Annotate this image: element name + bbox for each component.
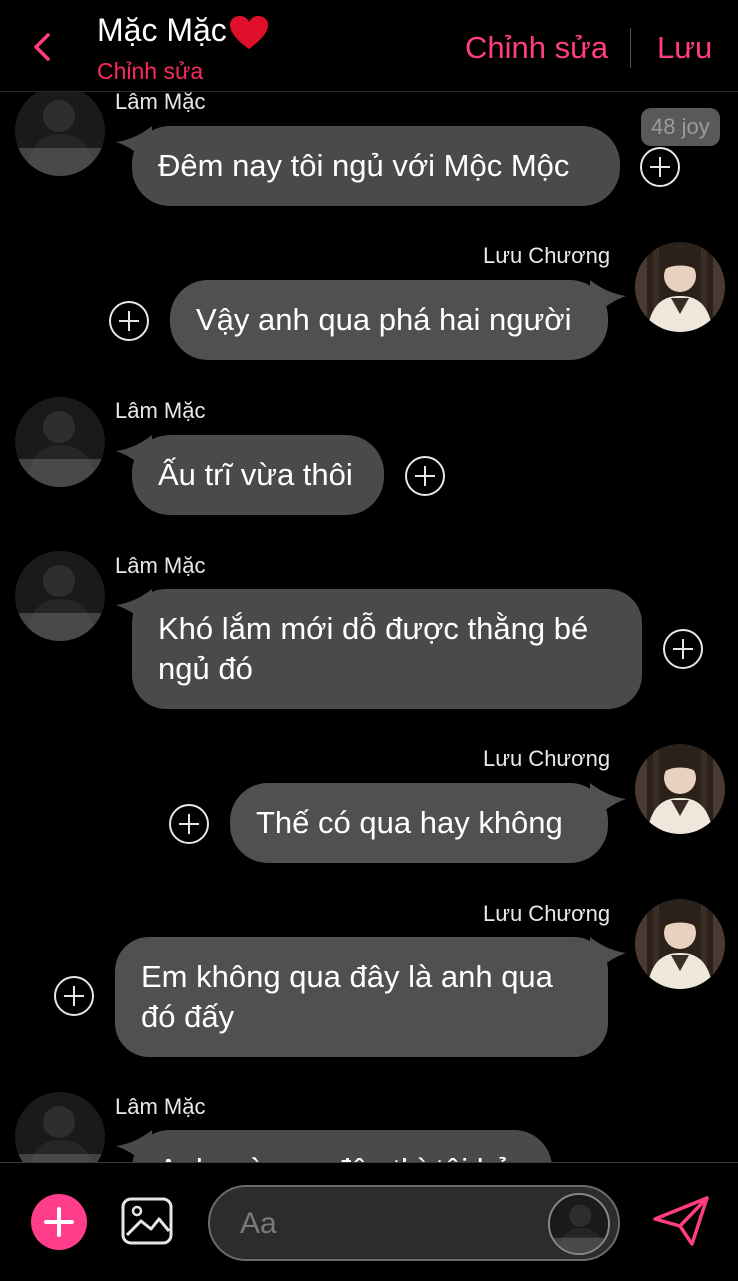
image-icon[interactable] <box>121 1197 173 1245</box>
chat-header: Mặc Mặc Chỉnh sửa Chỉnh sửa Lưu <box>0 0 738 92</box>
chat-title: Mặc Mặc <box>97 12 269 51</box>
sender-name: Lưu Chương <box>483 243 611 268</box>
avatar[interactable] <box>548 1193 610 1255</box>
add-reaction-icon[interactable] <box>168 803 210 845</box>
sender-name: Lưu Chương <box>483 746 611 771</box>
message-input[interactable]: Aa <box>208 1185 620 1261</box>
add-reaction-icon[interactable] <box>662 628 704 670</box>
message-bubble[interactable]: Vậy anh qua phá hai người <box>170 280 608 360</box>
edit-button[interactable]: Chỉnh sửa <box>465 30 608 66</box>
header-divider <box>630 28 631 68</box>
sender-name: Lâm Mặc <box>115 553 206 578</box>
save-button[interactable]: Lưu <box>657 30 712 66</box>
message-bubble[interactable]: Khó lắm mới dỗ được thằng bé ngủ đó <box>132 589 642 709</box>
avatar[interactable] <box>635 744 725 834</box>
plus-icon <box>44 1207 74 1237</box>
message-list[interactable]: Lâm Mặc Đêm nay tôi ngủ với Mộc Mộc 48 j… <box>0 92 738 1162</box>
send-icon[interactable] <box>652 1195 710 1247</box>
avatar[interactable] <box>15 1092 105 1162</box>
avatar[interactable] <box>15 397 105 487</box>
message-bubble[interactable]: Ấu trĩ vừa thôi <box>132 435 384 515</box>
sender-name: Lâm Mặc <box>115 92 206 114</box>
avatar[interactable] <box>635 242 725 332</box>
sender-name: Lâm Mặc <box>115 398 206 423</box>
add-reaction-icon[interactable] <box>108 300 150 342</box>
joy-badge: 48 joy <box>641 108 720 146</box>
avatar[interactable] <box>15 551 105 641</box>
message-bubble[interactable]: Thế có qua hay không <box>230 783 608 863</box>
add-reaction-icon[interactable] <box>53 975 95 1017</box>
chat-subtitle[interactable]: Chỉnh sửa <box>97 58 203 85</box>
add-reaction-icon[interactable] <box>639 146 681 188</box>
heart-icon <box>229 15 268 49</box>
add-button[interactable] <box>31 1194 87 1250</box>
composer-bar: Aa <box>0 1162 738 1281</box>
sender-name: Lưu Chương <box>483 901 611 926</box>
input-placeholder: Aa <box>240 1207 277 1240</box>
back-chevron-icon[interactable] <box>26 30 60 64</box>
sender-name: Lâm Mặc <box>115 1094 206 1119</box>
avatar[interactable] <box>635 899 725 989</box>
message-bubble[interactable]: Em không qua đây là anh qua đó đấy <box>115 937 608 1057</box>
message-bubble[interactable]: Đêm nay tôi ngủ với Mộc Mộc <box>132 126 620 206</box>
avatar[interactable] <box>15 92 105 176</box>
message-bubble[interactable]: Anh mà qua đây thì tôi bỏ <box>132 1130 552 1162</box>
add-reaction-icon[interactable] <box>404 455 446 497</box>
chat-title-text: Mặc Mặc <box>97 12 227 48</box>
